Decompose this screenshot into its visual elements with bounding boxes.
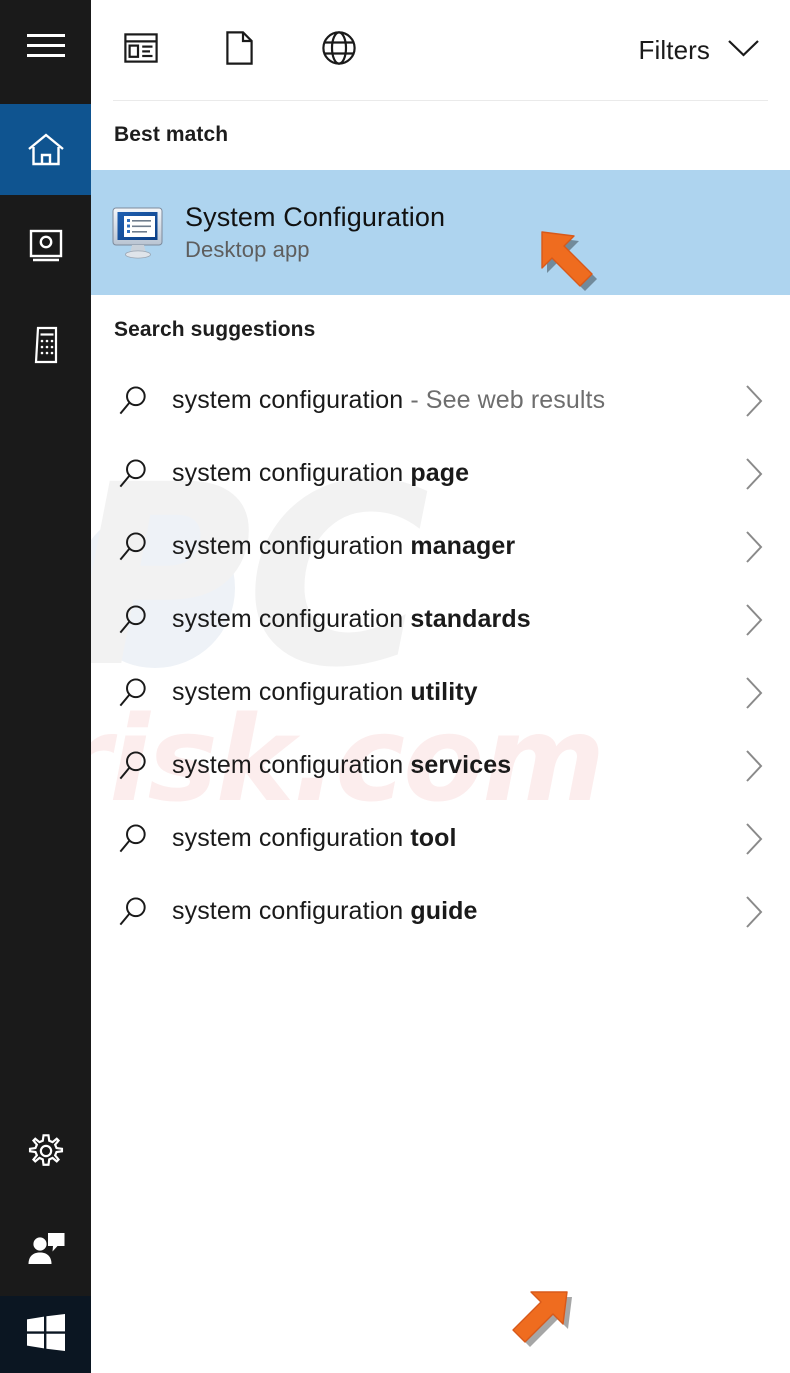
suggestion-prefix: system configuration — [172, 678, 410, 706]
search-suggestion-label: system configuration manager — [172, 532, 718, 561]
search-suggestion-label: system configuration standards — [172, 605, 718, 634]
suggestion-suffix: page — [410, 459, 469, 487]
search-suggestion-row[interactable]: system configuration tool — [91, 802, 790, 875]
best-match-header: Best match — [114, 123, 228, 147]
search-suggestions-list: system configuration - See web resultssy… — [91, 364, 790, 948]
search-icon — [91, 604, 172, 635]
best-match-text: System Configuration Desktop app — [185, 202, 445, 263]
filters-label: Filters — [639, 35, 710, 66]
search-icon — [91, 896, 172, 927]
search-icon — [91, 750, 172, 781]
suggestion-prefix: system configuration — [172, 386, 403, 414]
chevron-right-icon[interactable] — [718, 822, 790, 856]
toolbar-divider — [113, 100, 768, 101]
search-suggestion-label: system configuration services — [172, 751, 718, 780]
suggestion-prefix: system configuration — [172, 605, 410, 633]
windows-search-panel: PC risk.com — [0, 0, 790, 1373]
hamburger-menu-icon — [27, 32, 65, 60]
sidebar-item-calculator[interactable] — [0, 299, 91, 390]
calculator-icon — [33, 326, 59, 364]
gear-icon — [27, 1132, 65, 1170]
sidebar-item-settings[interactable] — [0, 1105, 91, 1196]
search-results-panel: PC risk.com — [91, 0, 790, 1373]
search-suggestion-row[interactable]: system configuration - See web results — [91, 364, 790, 437]
suggestion-suffix: utility — [410, 678, 477, 706]
search-suggestion-row[interactable]: system configuration services — [91, 729, 790, 802]
suggestion-prefix: system configuration — [172, 459, 410, 487]
search-suggestion-row[interactable]: system configuration standards — [91, 583, 790, 656]
search-icon — [91, 677, 172, 708]
start-button[interactable] — [0, 1296, 91, 1373]
system-configuration-app-icon — [91, 206, 185, 260]
filters-button[interactable]: Filters — [639, 0, 768, 100]
suggestion-suffix: manager — [410, 532, 515, 560]
notebook-icon — [29, 229, 63, 265]
suggestion-suffix: - See web results — [403, 386, 605, 414]
sidebar-item-notebook[interactable] — [0, 201, 91, 292]
hamburger-menu-button[interactable] — [0, 0, 91, 91]
suggestion-prefix: system configuration — [172, 897, 410, 925]
chevron-right-icon[interactable] — [718, 895, 790, 929]
suggestion-suffix: tool — [410, 824, 456, 852]
search-suggestion-row[interactable]: system configuration utility — [91, 656, 790, 729]
search-suggestions-header: Search suggestions — [114, 318, 315, 342]
home-icon — [27, 133, 65, 167]
best-match-subtitle: Desktop app — [185, 237, 445, 263]
suggestion-prefix: system configuration — [172, 751, 410, 779]
chevron-right-icon[interactable] — [718, 530, 790, 564]
search-suggestion-row[interactable]: system configuration guide — [91, 875, 790, 948]
document-icon — [226, 31, 253, 70]
search-icon — [91, 531, 172, 562]
search-suggestion-label: system configuration page — [172, 459, 718, 488]
sidebar-item-feedback[interactable] — [0, 1203, 91, 1294]
chevron-right-icon[interactable] — [718, 749, 790, 783]
search-suggestion-row[interactable]: system configuration page — [91, 437, 790, 510]
apps-window-icon — [124, 33, 158, 68]
search-suggestion-label: system configuration - See web results — [172, 386, 718, 415]
chevron-right-icon[interactable] — [718, 603, 790, 637]
left-navigation-rail — [0, 0, 91, 1373]
search-icon — [91, 458, 172, 489]
globe-icon — [322, 31, 356, 70]
toolbar-button-web[interactable] — [289, 0, 388, 100]
search-suggestion-label: system configuration tool — [172, 824, 718, 853]
chevron-right-icon[interactable] — [718, 676, 790, 710]
search-icon — [91, 823, 172, 854]
suggestion-prefix: system configuration — [172, 532, 410, 560]
feedback-icon — [26, 1231, 66, 1267]
suggestion-prefix: system configuration — [172, 824, 410, 852]
search-suggestion-label: system configuration guide — [172, 897, 718, 926]
suggestion-suffix: services — [410, 751, 511, 779]
chevron-right-icon[interactable] — [718, 384, 790, 418]
toolbar-button-apps[interactable] — [91, 0, 190, 100]
search-suggestion-label: system configuration utility — [172, 678, 718, 707]
search-suggestion-row[interactable]: system configuration manager — [91, 510, 790, 583]
suggestion-suffix: standards — [410, 605, 530, 633]
toolbar-icon-group — [91, 0, 388, 100]
chevron-right-icon[interactable] — [718, 457, 790, 491]
toolbar-button-documents[interactable] — [190, 0, 289, 100]
chevron-down-icon — [727, 38, 760, 63]
windows-logo-icon — [27, 1314, 65, 1356]
search-icon — [91, 385, 172, 416]
sidebar-item-home[interactable] — [0, 104, 91, 195]
results-toolbar: Filters — [91, 0, 790, 100]
best-match-title: System Configuration — [185, 202, 445, 233]
suggestion-suffix: guide — [410, 897, 477, 925]
best-match-result[interactable]: System Configuration Desktop app — [91, 170, 790, 295]
